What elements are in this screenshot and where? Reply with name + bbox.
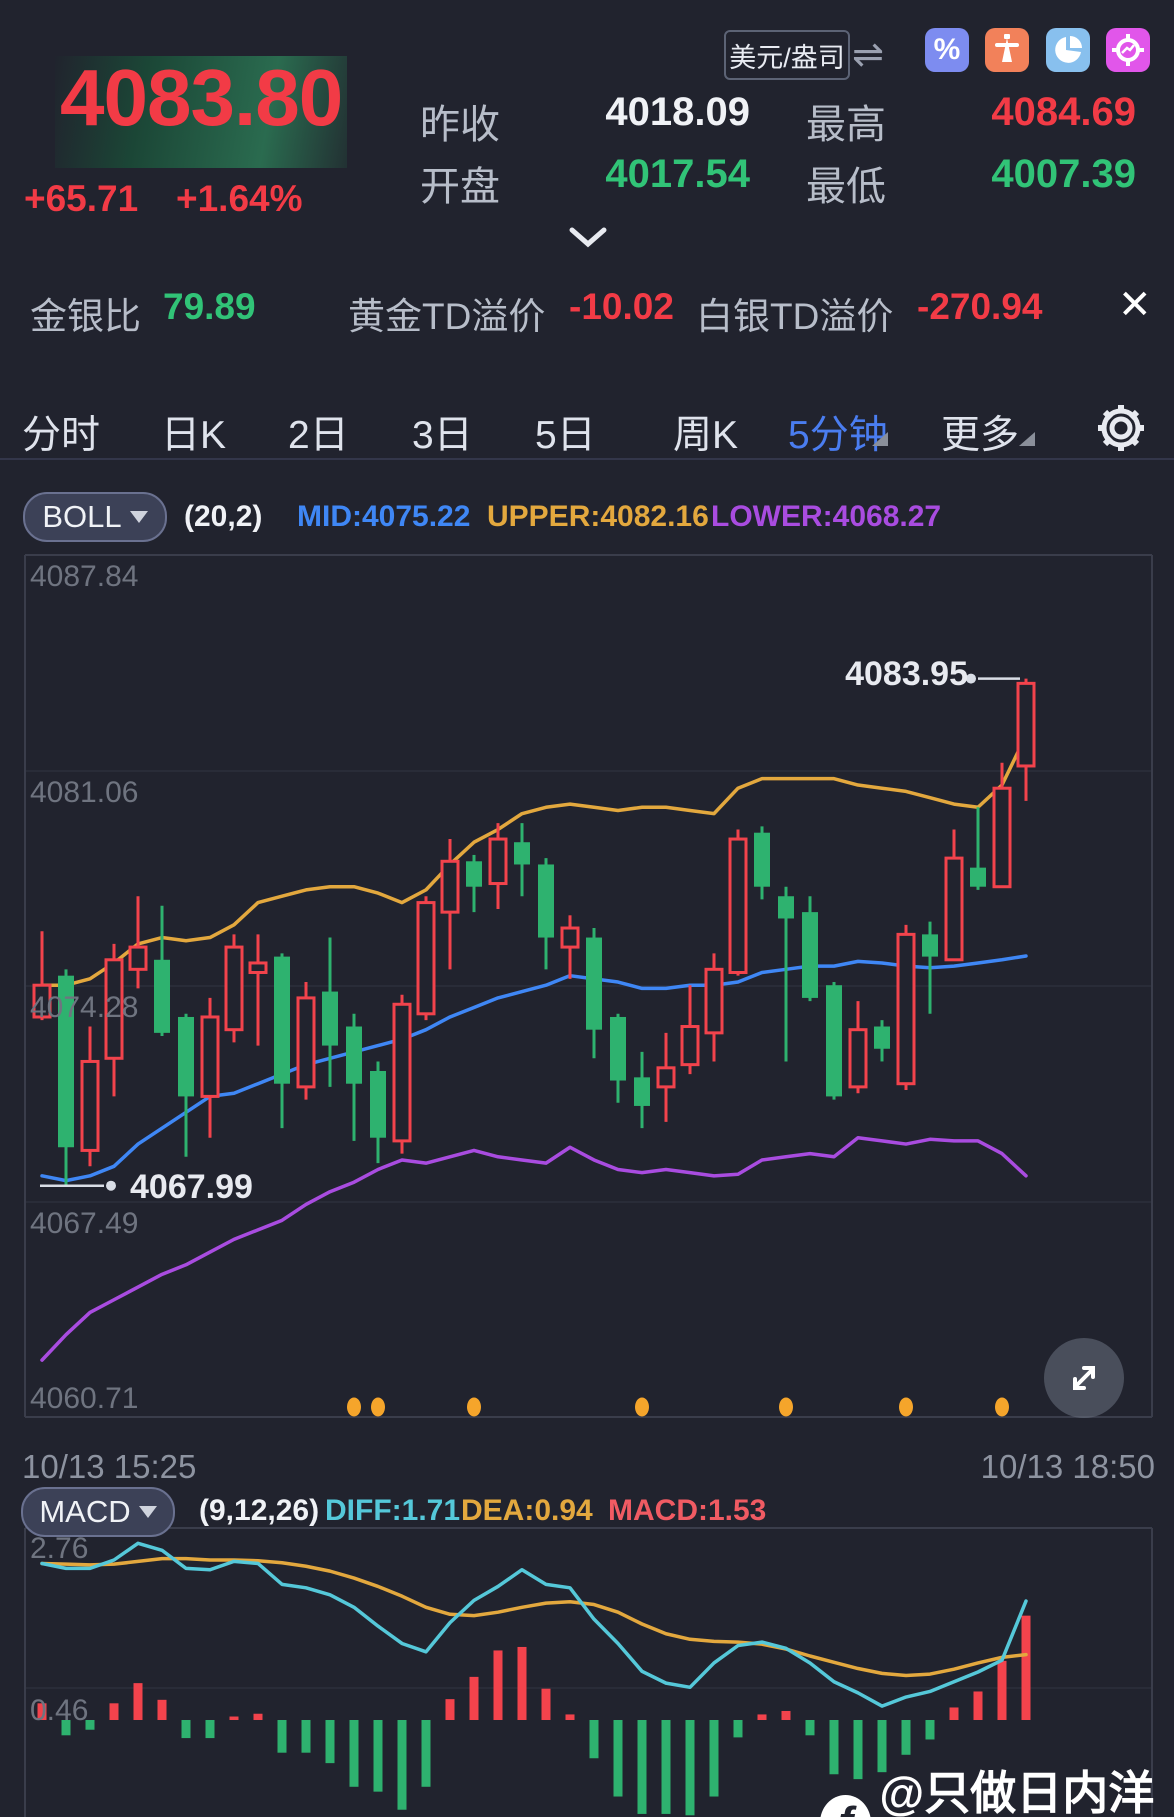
caret-down-icon <box>138 1506 157 1518</box>
price-chart-canvas[interactable] <box>0 0 1174 1817</box>
low-price-marker: 4067.99 <box>130 1168 253 1206</box>
watermark-text: @只做日内洋洋 <box>879 1767 1155 1817</box>
y-axis-label: 4074.28 <box>30 991 139 1024</box>
y-axis-label: 4081.06 <box>30 776 139 809</box>
macd-diff-value: DIFF:1.71 <box>325 1494 461 1527</box>
trading-app: 4083.80 +65.71 +1.64% 美元/盎司 ⇌ % 昨收 4018.… <box>0 0 1174 1817</box>
macd-dea-value: DEA:0.94 <box>461 1494 593 1527</box>
macd-params: (9,12,26) <box>199 1494 320 1527</box>
expand-chart-button[interactable] <box>1044 1338 1124 1418</box>
macd-axis-grid-label: 0.46 <box>30 1694 89 1727</box>
macd-axis-top-label: 2.76 <box>30 1532 89 1565</box>
y-axis-label: 4067.49 <box>30 1207 139 1240</box>
y-axis-label: 4087.84 <box>30 560 139 593</box>
watermark: f @只做日内洋洋 <box>820 1757 1174 1817</box>
facebook-logo-icon: f <box>820 1795 872 1817</box>
expand-icon <box>1073 1366 1095 1390</box>
x-axis-start-time: 10/13 15:25 <box>22 1448 197 1485</box>
y-axis-label: 4060.71 <box>30 1382 139 1415</box>
macd-value: MACD:1.53 <box>608 1494 767 1527</box>
high-price-marker: 4083.95 <box>845 655 968 693</box>
x-axis-end-time: 10/13 18:50 <box>980 1448 1155 1485</box>
macd-selector[interactable]: MACD <box>21 1487 175 1537</box>
